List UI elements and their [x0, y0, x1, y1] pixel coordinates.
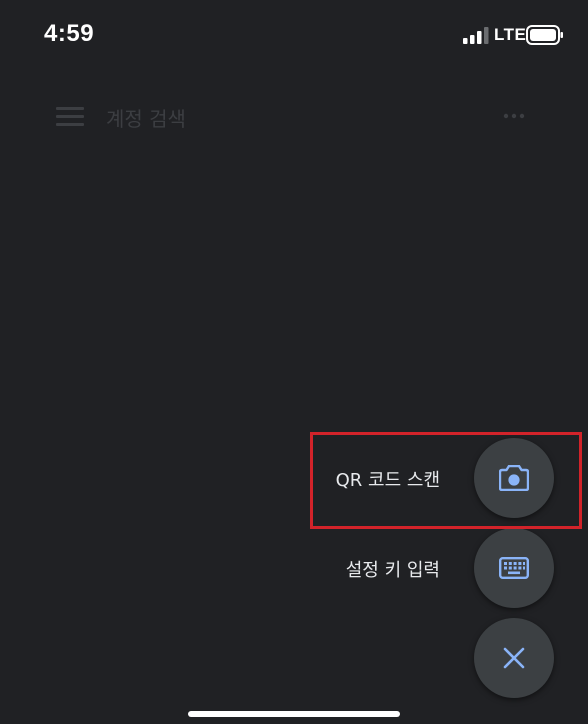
- account-search-placeholder: 계정 검색: [106, 107, 186, 131]
- keyboard-icon: [499, 557, 529, 579]
- cellular-signal-icon: [463, 27, 489, 44]
- camera-icon: [499, 465, 529, 491]
- status-time: 4:59: [44, 20, 95, 47]
- hamburger-menu-icon: [56, 107, 84, 126]
- scan-qr-label[interactable]: QR 코드 스캔: [336, 466, 440, 492]
- enter-setup-key-label[interactable]: 설정 키 입력: [346, 556, 440, 582]
- close-speed-dial-button[interactable]: [474, 618, 554, 698]
- app-screen: 4:59 LTE 계정 검색 QR 코드 스캔 설정 키 입력: [0, 0, 588, 724]
- home-indicator[interactable]: [188, 711, 400, 717]
- close-icon: [503, 647, 525, 669]
- status-bar: 4:59 LTE: [0, 0, 588, 72]
- network-type-label: LTE: [494, 25, 527, 44]
- scan-qr-button[interactable]: [474, 438, 554, 518]
- more-horizontal-icon: [503, 113, 525, 119]
- enter-setup-key-button[interactable]: [474, 528, 554, 608]
- app-bar: 계정 검색: [0, 92, 588, 140]
- battery-icon: [526, 25, 563, 45]
